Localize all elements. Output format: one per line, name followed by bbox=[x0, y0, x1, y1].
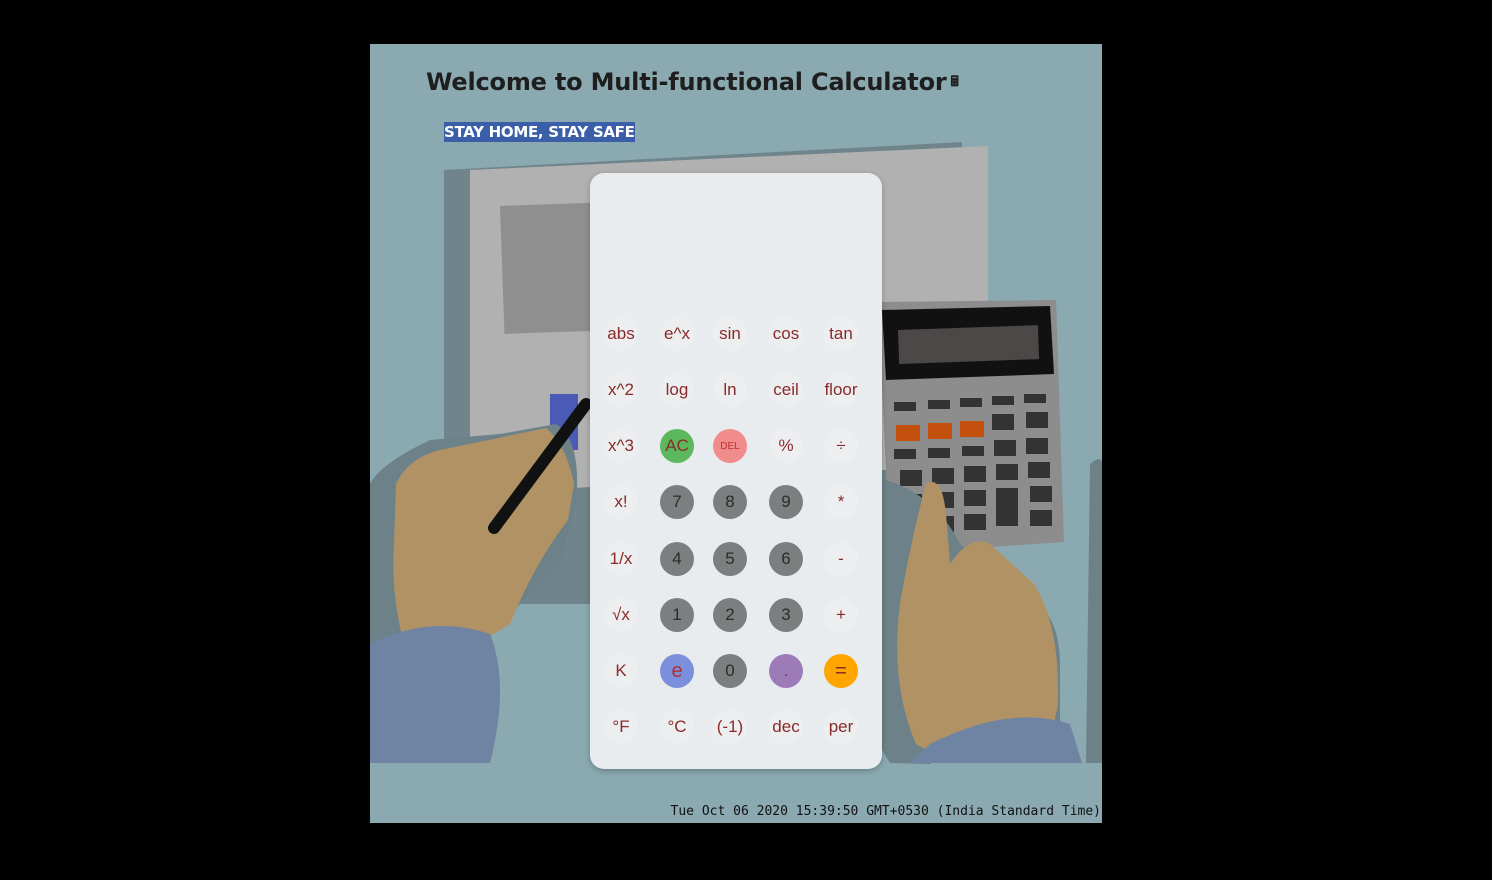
key-square-button[interactable]: x^2 bbox=[604, 373, 638, 407]
key-ln-button[interactable]: ln bbox=[713, 373, 747, 407]
key-per-button[interactable]: per bbox=[824, 710, 858, 744]
key-0-button[interactable]: 0 bbox=[713, 654, 747, 688]
key-exp-button[interactable]: e^x bbox=[660, 317, 694, 351]
key-divide-button[interactable]: ÷ bbox=[824, 429, 858, 463]
key-3-button[interactable]: 3 bbox=[769, 598, 803, 632]
key-4-button[interactable]: 4 bbox=[660, 542, 694, 576]
calculator-icon: 🖩 bbox=[950, 74, 959, 90]
key-equals-button[interactable]: = bbox=[824, 654, 858, 688]
key-floor-button[interactable]: floor bbox=[824, 373, 858, 407]
key-2-button[interactable]: 2 bbox=[713, 598, 747, 632]
key-ceil-button[interactable]: ceil bbox=[769, 373, 803, 407]
key-8-button[interactable]: 8 bbox=[713, 485, 747, 519]
motto-banner: STAY HOME, STAY SAFE bbox=[444, 122, 635, 142]
key-decimal-point-button[interactable]: . bbox=[769, 654, 803, 688]
key-subtract-button[interactable]: - bbox=[824, 542, 858, 576]
key-fahrenheit-button[interactable]: °F bbox=[604, 710, 638, 744]
key-all-clear-button[interactable]: AC bbox=[660, 429, 694, 463]
key-9-button[interactable]: 9 bbox=[769, 485, 803, 519]
key-add-button[interactable]: + bbox=[824, 598, 858, 632]
key-reciprocal-button[interactable]: 1/x bbox=[604, 542, 638, 576]
calculator-display bbox=[600, 183, 872, 303]
key-dec-button[interactable]: dec bbox=[769, 710, 803, 744]
key-euler-button[interactable]: e bbox=[660, 654, 694, 688]
key-5-button[interactable]: 5 bbox=[713, 542, 747, 576]
key-k-button[interactable]: K bbox=[604, 654, 638, 688]
key-log-button[interactable]: log bbox=[660, 373, 694, 407]
key-sqrt-button[interactable]: √x bbox=[604, 598, 638, 632]
key-7-button[interactable]: 7 bbox=[660, 485, 694, 519]
key-cos-button[interactable]: cos bbox=[769, 317, 803, 351]
key-1-button[interactable]: 1 bbox=[660, 598, 694, 632]
key-tan-button[interactable]: tan bbox=[824, 317, 858, 351]
page-container: Welcome to Multi-functional Calculator 🖩 … bbox=[370, 44, 1102, 823]
key-percent-button[interactable]: % bbox=[769, 429, 803, 463]
key-6-button[interactable]: 6 bbox=[769, 542, 803, 576]
calculator: abs e^x sin cos tan x^2 log ln ceil floor x^3 AC DEL… bbox=[590, 173, 882, 769]
key-multiply-button[interactable]: * bbox=[824, 485, 858, 519]
datetime-label: Tue Oct 06 2020 15:39:50 GMT+0530 (India… bbox=[670, 804, 1101, 819]
key-factorial-button[interactable]: x! bbox=[604, 485, 638, 519]
key-sin-button[interactable]: sin bbox=[713, 317, 747, 351]
key-cube-button[interactable]: x^3 bbox=[604, 429, 638, 463]
key-negate-button[interactable]: (-1) bbox=[713, 710, 747, 744]
key-celsius-button[interactable]: °C bbox=[660, 710, 694, 744]
key-delete-button[interactable]: DEL bbox=[713, 429, 747, 463]
key-abs-button[interactable]: abs bbox=[604, 317, 638, 351]
page-title: Welcome to Multi-functional Calculator 🖩 bbox=[426, 68, 959, 96]
